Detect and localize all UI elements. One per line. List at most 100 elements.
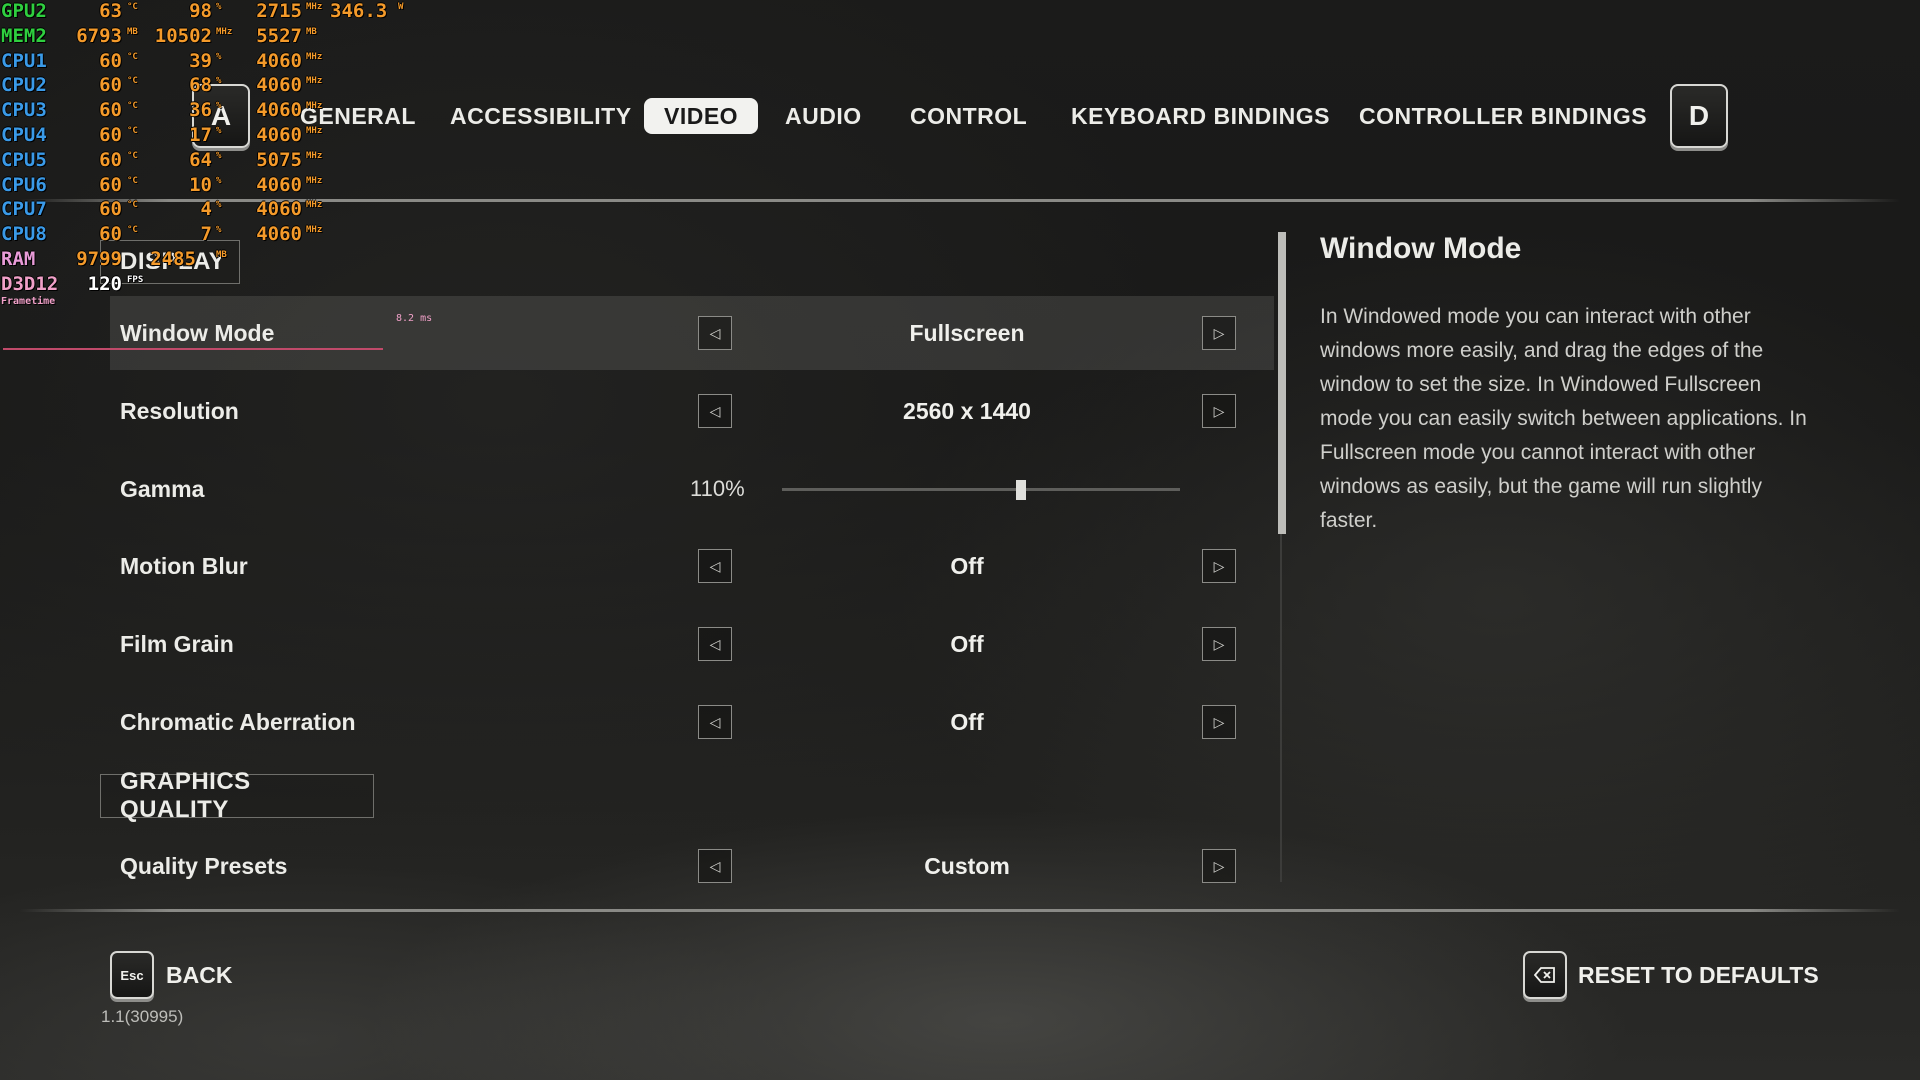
section-header-graphics-quality: GRAPHICS QUALITY (100, 768, 374, 823)
footer-divider (20, 909, 1900, 912)
osd-value: 5075 (256, 148, 302, 171)
osd-label: CPU1 (1, 49, 47, 72)
osd-value: 4060 (256, 173, 302, 196)
osd-unit: MHz (306, 125, 323, 136)
osd-ram-row: RAM 9799 2485 MB (0, 248, 410, 273)
setting-value: Fullscreen (909, 320, 1025, 346)
gamma-slider[interactable] (782, 480, 1180, 500)
osd-label: CPU7 (1, 198, 47, 221)
osd-mem-row: MEM2 6793 MB 10502 MHz 5527 MB (0, 25, 410, 50)
arrow-left-icon[interactable]: ◁ (698, 627, 732, 661)
arrow-left-icon[interactable]: ◁ (698, 316, 732, 350)
osd-unit: °C (127, 51, 138, 62)
osd-value: 64 (189, 148, 212, 171)
setting-row-motion-blur[interactable]: Motion Blur ◁ Off ▷ (110, 529, 1274, 603)
osd-unit: MB (127, 26, 138, 37)
osd-value: 9799 (76, 247, 122, 270)
arrow-right-icon[interactable]: ▷ (1202, 849, 1236, 883)
osd-unit: % (216, 76, 222, 87)
tab-audio[interactable]: AUDIO (785, 98, 862, 134)
osd-cpu-row: CPU4 60 °C 17% 4060 MHz (0, 124, 410, 149)
osd-label: CPU3 (1, 99, 47, 122)
osd-unit: °C (127, 175, 138, 186)
osd-unit: % (216, 51, 222, 62)
osd-value: 39 (189, 49, 212, 72)
osd-unit: MHz (306, 76, 323, 87)
osd-label: CPU8 (1, 223, 47, 246)
osd-unit: °C (127, 76, 138, 87)
esc-key-icon[interactable]: Esc (110, 951, 154, 999)
osd-value: 10 (189, 173, 212, 196)
osd-value: 4060 (256, 223, 302, 246)
backspace-key-icon[interactable] (1523, 951, 1567, 999)
osd-label: CPU2 (1, 74, 47, 97)
osd-cpu-row: CPU3 60 °C 36% 4060 MHz (0, 99, 410, 124)
osd-frametime-value: 8.2 ms (396, 313, 433, 324)
back-button[interactable]: BACK (166, 962, 232, 989)
osd-frametime-graph (3, 348, 383, 350)
osd-value: 60 (99, 74, 122, 97)
osd-cpu-row: CPU2 60 °C 68% 4060 MHz (0, 74, 410, 99)
osd-unit: °C (127, 225, 138, 236)
arrow-left-icon[interactable]: ◁ (698, 705, 732, 739)
osd-d3d-row: D3D12 120 FPS (0, 273, 410, 298)
arrow-left-icon[interactable]: ◁ (698, 549, 732, 583)
osd-value: 60 (99, 123, 122, 146)
osd-unit: °C (127, 200, 138, 211)
tab-keyboard-bindings[interactable]: KEYBOARD BINDINGS (1071, 98, 1330, 134)
tab-accessibility[interactable]: ACCESSIBILITY (450, 98, 632, 134)
setting-row-chromatic-aberration[interactable]: Chromatic Aberration ◁ Off ▷ (110, 685, 1274, 759)
osd-unit: MHz (216, 26, 233, 37)
osd-label: CPU6 (1, 173, 47, 196)
osd-label: D3D12 (1, 272, 59, 295)
osd-cpu-row: CPU6 60 °C 10% 4060 MHz (0, 174, 410, 199)
setting-row-gamma[interactable]: Gamma 110% (110, 452, 1274, 526)
setting-value: Off (950, 553, 984, 579)
backspace-icon (1534, 967, 1555, 983)
osd-unit: MHz (306, 51, 323, 62)
gamma-slider-handle[interactable] (1015, 480, 1026, 500)
osd-unit: % (216, 125, 222, 136)
osd-value: 60 (99, 173, 122, 196)
arrow-right-icon[interactable]: ▷ (1202, 627, 1236, 661)
osd-unit: MHz (306, 175, 323, 186)
osd-unit: % (216, 101, 222, 112)
setting-row-resolution[interactable]: Resolution ◁ 2560 x 1440 ▷ (110, 374, 1274, 448)
osd-gpu-row: GPU2 63 °C 98 % 2715 MHz 346.3 W (0, 0, 410, 25)
setting-row-quality-presets[interactable]: Quality Presets ◁ Custom ▷ (110, 829, 1274, 903)
arrow-right-icon[interactable]: ▷ (1202, 316, 1236, 350)
osd-cpu-row: CPU8 60 °C 7% 4060 MHz (0, 223, 410, 248)
setting-label: Motion Blur (120, 553, 248, 579)
osd-value: 17 (189, 123, 212, 146)
osd-unit: W (398, 2, 404, 12)
osd-unit: % (216, 150, 222, 161)
osd-value: 4060 (256, 123, 302, 146)
setting-row-window-mode[interactable]: Window Mode ◁ Fullscreen ▷ (110, 296, 1274, 370)
info-panel-title: Window Mode (1320, 232, 1522, 265)
osd-value: 4060 (256, 74, 302, 97)
arrow-right-icon[interactable]: ▷ (1202, 394, 1236, 428)
osd-value: 346.3 (330, 0, 388, 22)
osd-unit: % (216, 225, 222, 236)
setting-row-film-grain[interactable]: Film Grain ◁ Off ▷ (110, 607, 1274, 681)
esc-key-label: Esc (120, 967, 144, 983)
settings-scrollbar-thumb[interactable] (1278, 232, 1286, 534)
osd-value: 60 (99, 49, 122, 72)
reset-to-defaults-button[interactable]: RESET TO DEFAULTS (1578, 962, 1819, 989)
osd-unit: °C (127, 150, 138, 161)
osd-unit: MHz (306, 101, 323, 112)
tab-control[interactable]: CONTROL (910, 98, 1027, 134)
tab-controller-bindings[interactable]: CONTROLLER BINDINGS (1359, 98, 1647, 134)
arrow-left-icon[interactable]: ◁ (698, 394, 732, 428)
tab-video[interactable]: VIDEO (644, 98, 759, 134)
arrow-right-icon[interactable]: ▷ (1202, 705, 1236, 739)
osd-value: 6793 (76, 24, 122, 47)
osd-unit: °C (127, 2, 138, 12)
arrow-right-icon[interactable]: ▷ (1202, 549, 1236, 583)
osd-value: 60 (99, 148, 122, 171)
next-tab-key-icon[interactable]: D (1670, 84, 1728, 148)
osd-value: 10502 (154, 24, 212, 47)
arrow-left-icon[interactable]: ◁ (698, 849, 732, 883)
setting-value: Custom (924, 853, 1010, 879)
setting-label: Resolution (120, 398, 239, 424)
